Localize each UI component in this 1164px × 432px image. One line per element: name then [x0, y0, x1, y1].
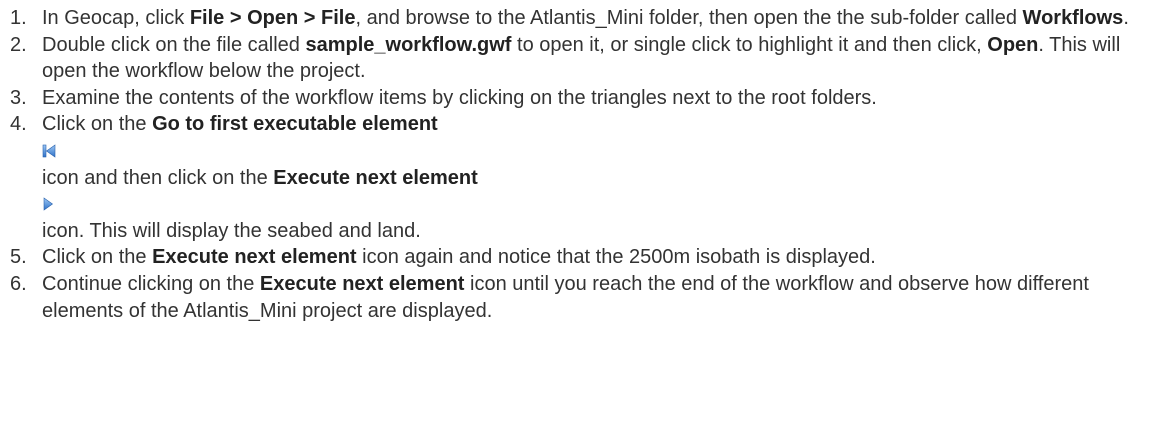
go-to-first-icon	[42, 144, 56, 158]
execute-next-label: Execute next element	[259, 272, 465, 295]
step-number: 2.	[10, 33, 27, 56]
step-4: 4. Click on the Go to first executable e…	[0, 111, 1164, 244]
step-text: Continue clicking on the	[42, 272, 260, 295]
step-text: Double click on the file called	[42, 33, 306, 56]
open-label: Open	[987, 33, 1039, 56]
folder-name-workflows: Workflows	[1022, 7, 1124, 29]
step-text: .	[1123, 7, 1129, 29]
execute-next-icon	[43, 197, 54, 211]
step-number: 6.	[10, 272, 27, 295]
step-1: 1. In Geocap, click File > Open > File, …	[0, 5, 1164, 32]
step-text: icon again and notice that the 2500m iso…	[356, 246, 876, 269]
file-name-sample-workflow: sample_workflow.gwf	[305, 33, 512, 56]
steps-list: 1. In Geocap, click File > Open > File, …	[0, 5, 1164, 324]
instructions-document: 1. In Geocap, click File > Open > File, …	[0, 0, 1164, 324]
step-3: 3. Examine the contents of the workflow …	[0, 85, 1164, 112]
step-text: icon. This will display the seabed and l…	[42, 219, 421, 242]
step-text: In Geocap, click	[42, 7, 190, 29]
step-number: 1.	[10, 7, 27, 29]
step-text: , and browse to the Atlantis_Mini folder…	[355, 7, 1023, 29]
go-to-first-label: Go to first executable element	[152, 113, 438, 136]
execute-next-label: Execute next element	[273, 166, 478, 189]
step-5: 5. Click on the Execute next element ico…	[0, 244, 1164, 271]
step-6: 6. Continue clicking on the Execute next…	[0, 271, 1164, 324]
step-text: Click on the	[42, 113, 153, 136]
menu-path-file-open: File > Open > File	[189, 7, 356, 29]
step-text: icon and then click on the	[42, 166, 274, 189]
step-number: 3.	[10, 86, 27, 109]
step-2: 2. Double click on the file called sampl…	[0, 32, 1164, 85]
step-text: Examine the contents of the workflow ite…	[42, 86, 877, 109]
step-text: to open it, or single click to highlight…	[511, 33, 988, 56]
execute-next-label: Execute next element	[152, 246, 357, 269]
step-number: 5.	[10, 246, 27, 269]
step-text: Click on the	[42, 246, 153, 269]
step-number: 4.	[10, 113, 27, 136]
